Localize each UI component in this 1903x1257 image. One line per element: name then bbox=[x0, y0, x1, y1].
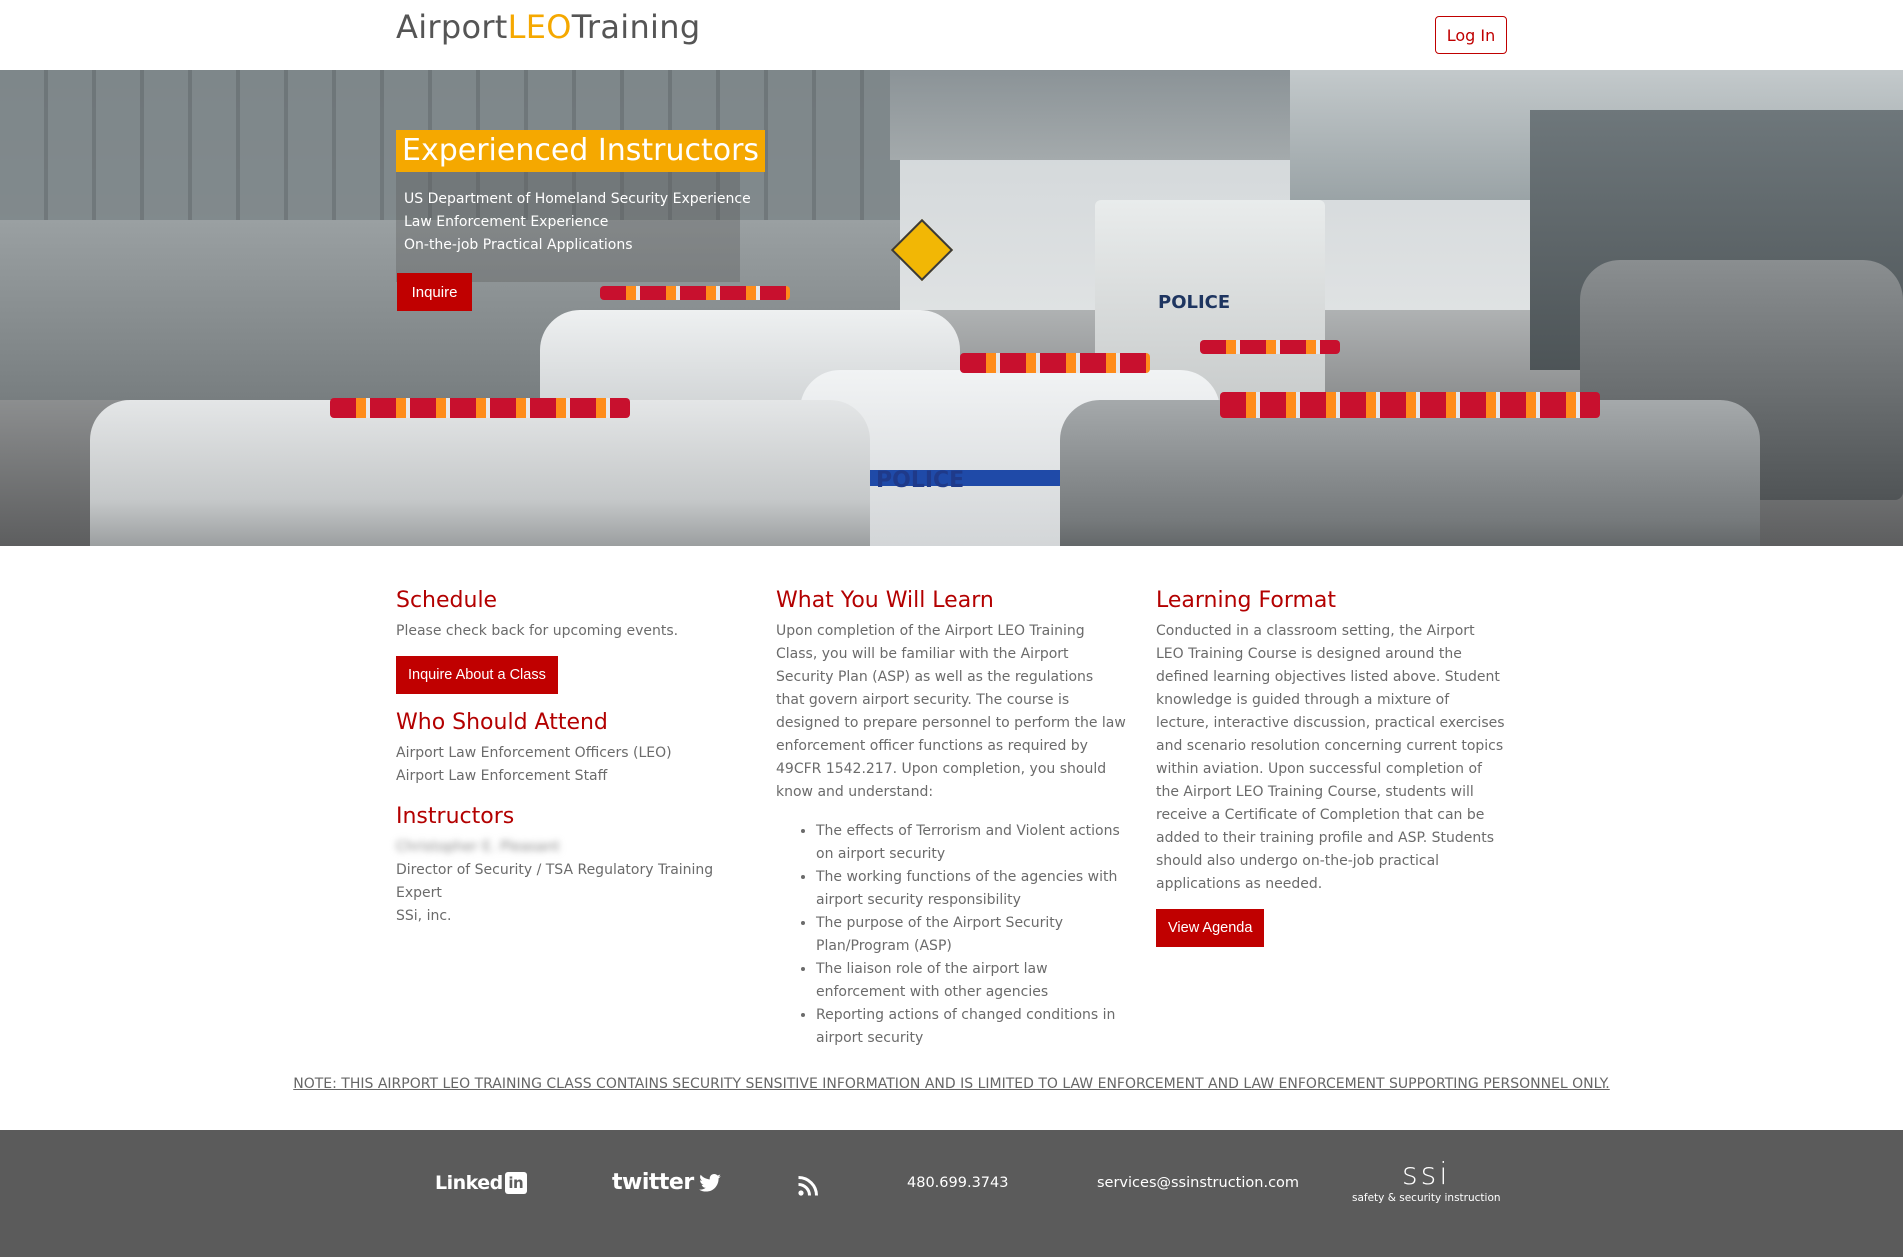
light-bar bbox=[600, 286, 790, 300]
twitter-bird-icon bbox=[699, 1174, 721, 1192]
instructor-title: Director of Security / TSA Regulatory Tr… bbox=[396, 862, 714, 901]
instructors-heading: Instructors bbox=[396, 804, 515, 829]
learn-list-item: The liaison role of the airport law enfo… bbox=[816, 958, 1126, 1004]
format-text: Conducted in a classroom setting, the Ai… bbox=[1156, 623, 1505, 892]
hero-bg-structure bbox=[890, 70, 1300, 160]
light-bar bbox=[330, 398, 630, 418]
hero-truck-label: POLICE bbox=[1158, 292, 1231, 313]
light-bar bbox=[960, 353, 1150, 373]
who-item: Airport Law Enforcement Staff bbox=[396, 768, 608, 784]
learn-heading: What You Will Learn bbox=[776, 588, 994, 613]
brand-accent: LEO bbox=[507, 8, 572, 46]
linkedin-text: Linked bbox=[435, 1172, 503, 1194]
who-heading: Who Should Attend bbox=[396, 710, 608, 735]
hero-car bbox=[90, 400, 870, 546]
learn-list-item: The purpose of the Airport Security Plan… bbox=[816, 912, 1126, 958]
rss-icon[interactable] bbox=[798, 1176, 818, 1200]
hero-banner: POLICE POLICE Experienced Instructors US… bbox=[0, 70, 1903, 546]
brand-prefix: Airport bbox=[396, 8, 508, 46]
hero-line: On-the-job Practical Applications bbox=[404, 237, 633, 253]
agenda-button-wrap: View Agenda bbox=[1156, 909, 1506, 947]
learn-list-item: The effects of Terrorism and Violent act… bbox=[816, 820, 1126, 866]
schedule-text: Please check back for upcoming events. bbox=[396, 623, 679, 639]
login-button[interactable]: Log In bbox=[1435, 16, 1507, 54]
brand-suffix: Training bbox=[571, 8, 701, 46]
hero-line: Law Enforcement Experience bbox=[404, 214, 609, 230]
inquire-about-class-button[interactable]: Inquire About a Class bbox=[396, 656, 558, 694]
hero-title: Experienced Instructors bbox=[396, 130, 766, 172]
instructor-company: SSi, inc. bbox=[396, 908, 452, 924]
schedule-heading: Schedule bbox=[396, 588, 498, 613]
learn-list: The effects of Terrorism and Violent act… bbox=[776, 820, 1126, 1050]
light-bar bbox=[1200, 340, 1340, 354]
middle-column: What You Will Learn Upon completion of t… bbox=[776, 586, 1126, 1050]
left-column: Schedule Please check back for upcoming … bbox=[396, 586, 746, 928]
ssi-logo[interactable]: ssi safety & security instruction bbox=[1352, 1157, 1501, 1205]
twitter-text: twitter bbox=[612, 1170, 694, 1195]
navbar: AirportLEOTraining Log In bbox=[0, 0, 1903, 70]
view-agenda-button[interactable]: View Agenda bbox=[1156, 909, 1265, 947]
twitter-icon[interactable]: twitter bbox=[612, 1170, 721, 1195]
inquire-button[interactable]: Inquire bbox=[397, 273, 472, 311]
learn-intro: Upon completion of the Airport LEO Train… bbox=[776, 623, 1126, 800]
hero-car-label: POLICE bbox=[876, 468, 965, 493]
ssi-logo-tagline: safety & security instruction bbox=[1352, 1192, 1501, 1204]
right-column: Learning Format Conducted in a classroom… bbox=[1156, 586, 1506, 947]
linkedin-badge: in bbox=[504, 1172, 527, 1194]
ssi-logo-mark: ssi bbox=[1401, 1157, 1451, 1192]
linkedin-icon[interactable]: Linked in bbox=[435, 1172, 527, 1194]
light-bar bbox=[1220, 392, 1600, 418]
who-item: Airport Law Enforcement Officers (LEO) bbox=[396, 745, 672, 761]
rss-glyph-icon bbox=[798, 1176, 818, 1196]
brand-logo[interactable]: AirportLEOTraining bbox=[396, 8, 700, 46]
hero-lines: US Department of Homeland Security Exper… bbox=[404, 188, 751, 257]
hero-car bbox=[1060, 400, 1760, 546]
format-heading: Learning Format bbox=[1156, 588, 1337, 613]
footer-email[interactable]: services@ssinstruction.com bbox=[1097, 1175, 1299, 1191]
footer-phone[interactable]: 480.699.3743 bbox=[907, 1175, 1008, 1191]
security-note-link[interactable]: NOTE: THIS AIRPORT LEO TRAINING CLASS CO… bbox=[0, 1076, 1903, 1092]
learn-list-item: The working functions of the agencies wi… bbox=[816, 866, 1126, 912]
learn-list-item: Reporting actions of changed conditions … bbox=[816, 1004, 1126, 1050]
footer: Linked in twitter 480.699.3743 services@s… bbox=[0, 1130, 1903, 1257]
schedule-button-wrap: Inquire About a Class bbox=[396, 656, 746, 694]
instructor-name: Christopher E. Pleasant bbox=[396, 839, 560, 855]
hero-line: US Department of Homeland Security Exper… bbox=[404, 191, 751, 207]
